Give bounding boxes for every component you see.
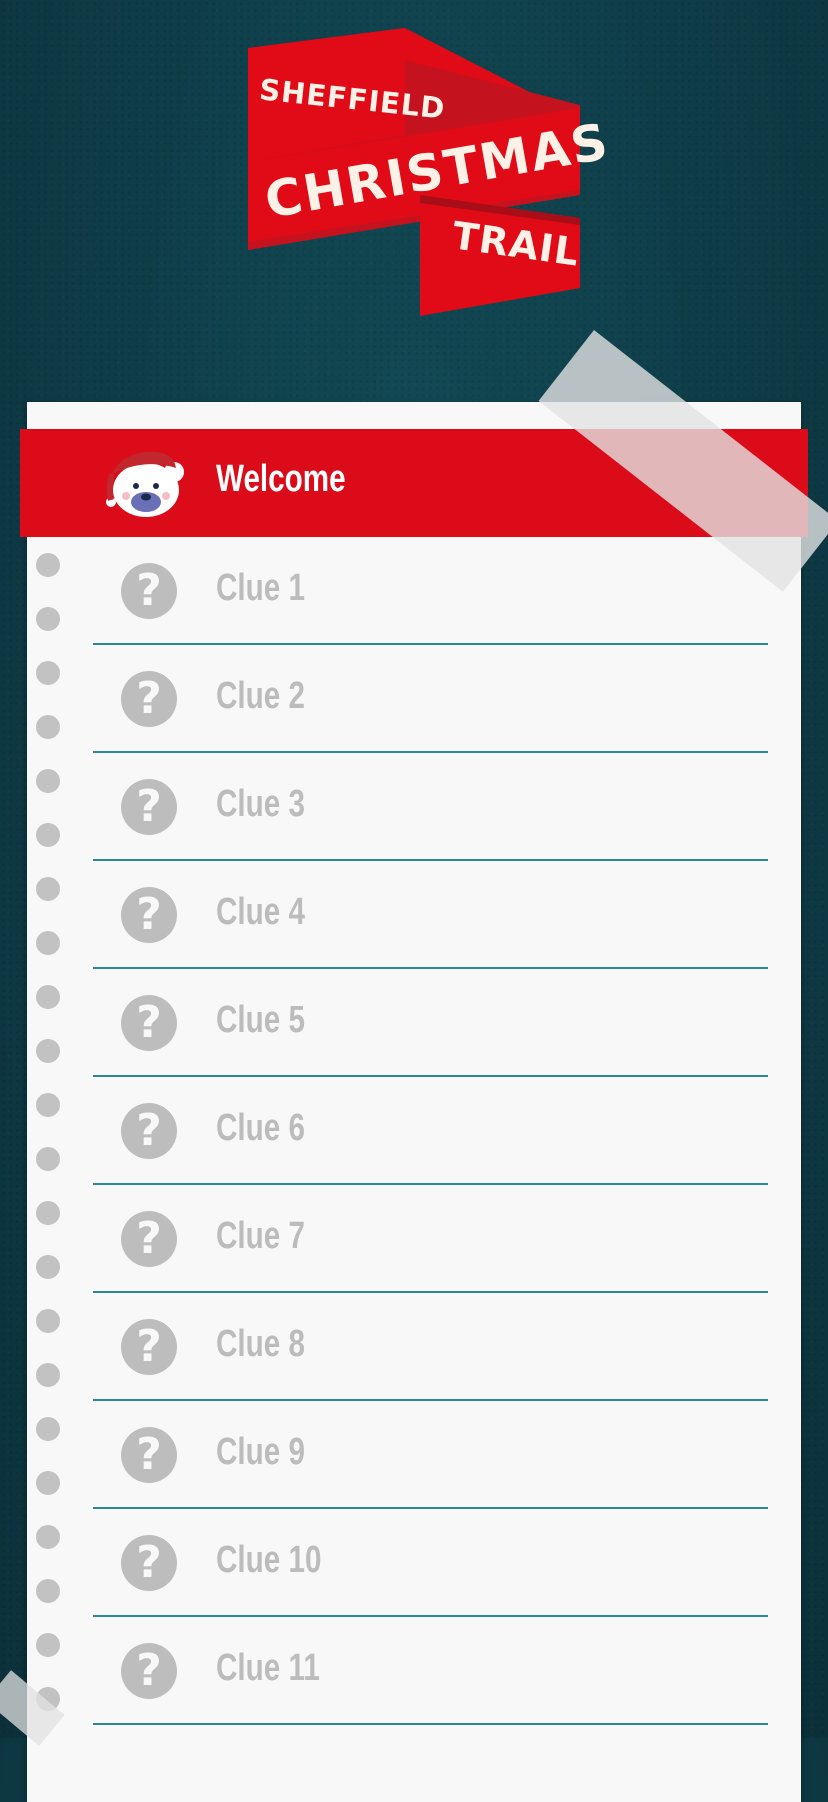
clue-label: Clue 7 [216, 1215, 305, 1257]
menu-item-clue-8[interactable]: ? Clue 8 [0, 1293, 828, 1401]
menu-item-clue-7[interactable]: ? Clue 7 [0, 1185, 828, 1293]
clue-label: Clue 2 [216, 675, 305, 717]
clue-label: Clue 4 [216, 891, 305, 933]
clue-label: Clue 5 [216, 999, 305, 1041]
clue-list: ? Clue 1 ? Clue 2 ? Clue 3 ? Clue 4 ? Cl… [0, 537, 828, 1725]
question-mark-icon: ? [121, 887, 177, 943]
menu-item-clue-3[interactable]: ? Clue 3 [0, 753, 828, 861]
trail-logo: SHEFFIELD CHRISTMAS TRAIL [0, 0, 828, 330]
divider [93, 1723, 768, 1725]
clue-label: Clue 3 [216, 783, 305, 825]
question-mark-icon: ? [121, 995, 177, 1051]
menu-item-clue-11[interactable]: ? Clue 11 [0, 1617, 828, 1725]
question-mark-icon: ? [121, 779, 177, 835]
menu-item-clue-10[interactable]: ? Clue 10 [0, 1509, 828, 1617]
question-mark-icon: ? [121, 563, 177, 619]
menu-item-clue-2[interactable]: ? Clue 2 [0, 645, 828, 753]
question-mark-icon: ? [121, 1211, 177, 1267]
clue-label: Clue 11 [216, 1647, 320, 1689]
clue-label: Clue 9 [216, 1431, 305, 1473]
clue-label: Clue 10 [216, 1539, 322, 1581]
question-mark-icon: ? [121, 671, 177, 727]
clue-label: Clue 1 [216, 567, 305, 609]
question-mark-icon: ? [121, 1103, 177, 1159]
menu-item-clue-4[interactable]: ? Clue 4 [0, 861, 828, 969]
question-mark-icon: ? [121, 1427, 177, 1483]
menu-item-clue-5[interactable]: ? Clue 5 [0, 969, 828, 1077]
question-mark-icon: ? [121, 1319, 177, 1375]
menu-item-clue-6[interactable]: ? Clue 6 [0, 1077, 828, 1185]
santa-bear-icon [106, 451, 184, 517]
question-mark-icon: ? [121, 1535, 177, 1591]
menu-item-clue-9[interactable]: ? Clue 9 [0, 1401, 828, 1509]
menu-item-clue-1[interactable]: ? Clue 1 [0, 537, 828, 645]
clue-label: Clue 6 [216, 1107, 305, 1149]
welcome-label: Welcome [216, 458, 346, 500]
question-mark-icon: ? [121, 1643, 177, 1699]
clue-label: Clue 8 [216, 1323, 305, 1365]
